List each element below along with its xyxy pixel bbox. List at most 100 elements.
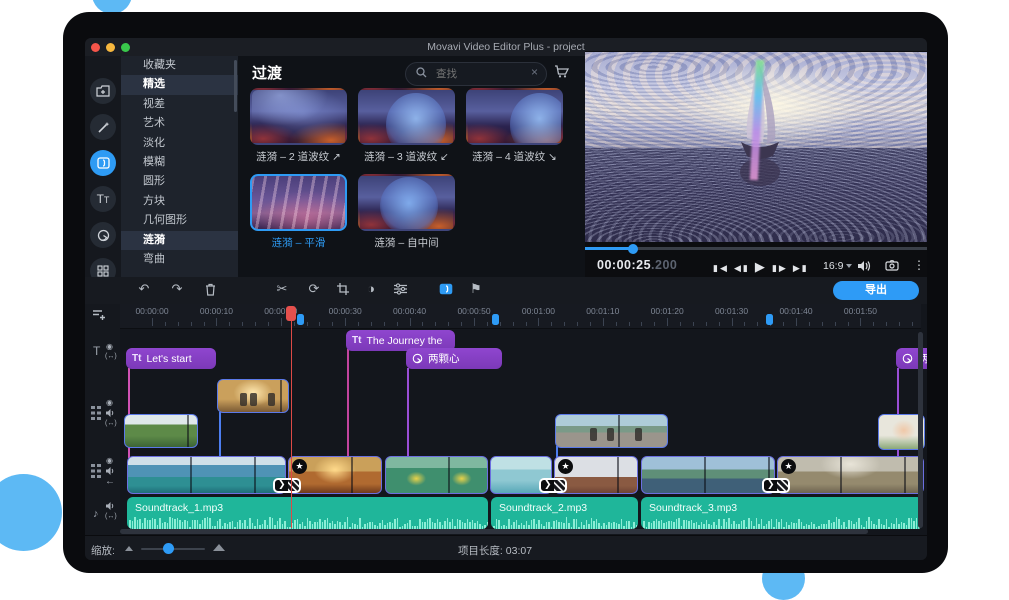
stickers-button[interactable]: [90, 222, 116, 248]
search-box[interactable]: ×: [405, 62, 547, 86]
title-clip[interactable]: TtLet's start: [126, 348, 216, 369]
transition-card[interactable]: 涟漪 – 自中间: [358, 174, 455, 250]
seek-handle[interactable]: [628, 244, 638, 254]
video-clip[interactable]: [127, 456, 286, 494]
audio-clip-name: Soundtrack_2.mp3: [499, 502, 587, 514]
clip-frame-divider: [642, 457, 774, 493]
filters-button[interactable]: [90, 114, 116, 140]
store-cart-icon[interactable]: [554, 65, 569, 78]
category-item-8[interactable]: 方块: [121, 192, 238, 211]
video-clip[interactable]: [385, 456, 488, 494]
timeline-horizontal-scrollbar[interactable]: [120, 529, 868, 534]
zoom-slider-handle[interactable]: [163, 543, 174, 554]
transition-label: 涟漪 – 自中间: [358, 235, 455, 250]
undo-button[interactable]: ↶: [135, 281, 153, 297]
volume-icon[interactable]: [857, 260, 871, 272]
preview-video[interactable]: [585, 52, 927, 242]
audio-clip[interactable]: Soundtrack_3.mp3: [641, 497, 923, 529]
transition-thumbnail[interactable]: [250, 174, 347, 231]
timeline-marker[interactable]: [297, 314, 304, 325]
titles-button[interactable]: TT: [90, 186, 116, 212]
color-adjust-button[interactable]: ◑: [362, 281, 380, 296]
category-scrollbar[interactable]: [234, 60, 237, 112]
export-button[interactable]: 导出: [833, 281, 919, 300]
timeline-marker[interactable]: [766, 314, 773, 325]
split-button[interactable]: ✂: [273, 281, 291, 297]
aspect-ratio-dropdown[interactable]: 16:9: [823, 260, 852, 272]
category-item-7[interactable]: 圆形: [121, 172, 238, 191]
transitions-button[interactable]: [90, 150, 116, 176]
marker-flag-button[interactable]: ⚑: [467, 281, 485, 297]
transition-arrow-icon: ❯: [544, 479, 552, 490]
category-item-4[interactable]: 艺术: [121, 114, 238, 133]
video-clip[interactable]: ★: [777, 456, 924, 494]
transition-card[interactable]: 涟漪 – 4 道波纹 ↘: [466, 88, 563, 164]
transition-stripes: [554, 480, 565, 491]
video-clip[interactable]: [641, 456, 775, 494]
snapshot-icon[interactable]: [885, 260, 899, 271]
category-item-10[interactable]: 涟漪: [121, 231, 238, 250]
category-item-6[interactable]: 模糊: [121, 153, 238, 172]
category-item-9[interactable]: 几何图形: [121, 211, 238, 230]
video-clip[interactable]: ★: [288, 456, 382, 494]
seek-bar[interactable]: [585, 247, 927, 250]
clip-transition-badge[interactable]: ❯: [762, 478, 790, 493]
media-rail: TT: [85, 56, 121, 277]
rotate-button[interactable]: ⟳: [305, 281, 323, 297]
overlay-clip[interactable]: [124, 414, 198, 448]
transition-thumbnail[interactable]: [250, 88, 347, 145]
clock-icon: [412, 353, 423, 364]
transition-thumbnail[interactable]: [358, 88, 455, 145]
overlay-clip[interactable]: [217, 379, 289, 413]
zoom-in-button[interactable]: [213, 544, 225, 551]
more-options-icon[interactable]: ⋮: [913, 258, 925, 272]
titles-icon: TT: [97, 192, 110, 206]
timeline-marker[interactable]: [492, 314, 499, 325]
crop-button[interactable]: [334, 283, 352, 295]
redo-button[interactable]: ↷: [168, 281, 186, 297]
clip-transition-badge[interactable]: ❯: [539, 478, 567, 493]
clock-icon: [902, 353, 913, 364]
transition-card[interactable]: 涟漪 – 3 道波纹 ↙: [358, 88, 455, 164]
playhead-line: [291, 306, 293, 528]
skip-start-button[interactable]: ▮◀: [713, 263, 729, 273]
category-item-2[interactable]: 精选: [121, 75, 238, 94]
zoom-out-button[interactable]: [125, 546, 133, 551]
playhead-handle[interactable]: [286, 306, 296, 321]
transition-card[interactable]: 涟漪 – 2 道波纹 ↗: [250, 88, 347, 164]
transition-arrow-icon: ❯: [278, 479, 286, 490]
status-bar: 缩放: 项目长度: 03:07: [85, 535, 927, 560]
clear-search-icon[interactable]: ×: [531, 65, 538, 79]
transition-wizard-button[interactable]: [437, 283, 455, 295]
transition-card[interactable]: 涟漪 – 平滑: [250, 174, 347, 250]
transition-thumbnail[interactable]: [466, 88, 563, 145]
category-item-3[interactable]: 视差: [121, 95, 238, 114]
transition-arrow-icon: ❯: [767, 479, 775, 490]
category-item-11[interactable]: 弯曲: [121, 250, 238, 269]
search-input[interactable]: [434, 65, 522, 83]
next-frame-button[interactable]: ▮▶: [772, 263, 788, 273]
clip-transition-badge[interactable]: ❯: [273, 478, 301, 493]
audio-clip[interactable]: Soundtrack_2.mp3: [491, 497, 638, 529]
skip-end-button[interactable]: ▶▮: [793, 263, 809, 273]
panel-title: 过渡: [252, 62, 282, 83]
title-clip[interactable]: 两颗心: [406, 348, 502, 369]
category-item-5[interactable]: 淡化: [121, 134, 238, 153]
transition-label: 涟漪 – 2 道波纹 ↗: [250, 149, 347, 164]
prev-frame-button[interactable]: ◀▮: [734, 263, 750, 273]
clip-frame-divider: [778, 457, 923, 493]
play-button[interactable]: ▶: [755, 259, 767, 274]
category-item-1[interactable]: 收藏夹: [121, 56, 238, 75]
overlay-clip[interactable]: [555, 414, 668, 448]
clip-frame-divider: [386, 457, 487, 493]
properties-button[interactable]: [391, 283, 409, 295]
project-length: 项目长度: 03:07: [415, 543, 575, 558]
timeline-vertical-scrollbar[interactable]: [918, 332, 923, 528]
title-clip-icon: Tt: [352, 335, 361, 346]
delete-button[interactable]: [201, 283, 219, 296]
preview-art-boat: [723, 60, 793, 210]
import-media-button[interactable]: [90, 78, 116, 104]
transition-thumbnail[interactable]: [358, 174, 455, 231]
transition-stripes: [777, 480, 788, 491]
audio-clip[interactable]: Soundtrack_1.mp3: [127, 497, 488, 529]
